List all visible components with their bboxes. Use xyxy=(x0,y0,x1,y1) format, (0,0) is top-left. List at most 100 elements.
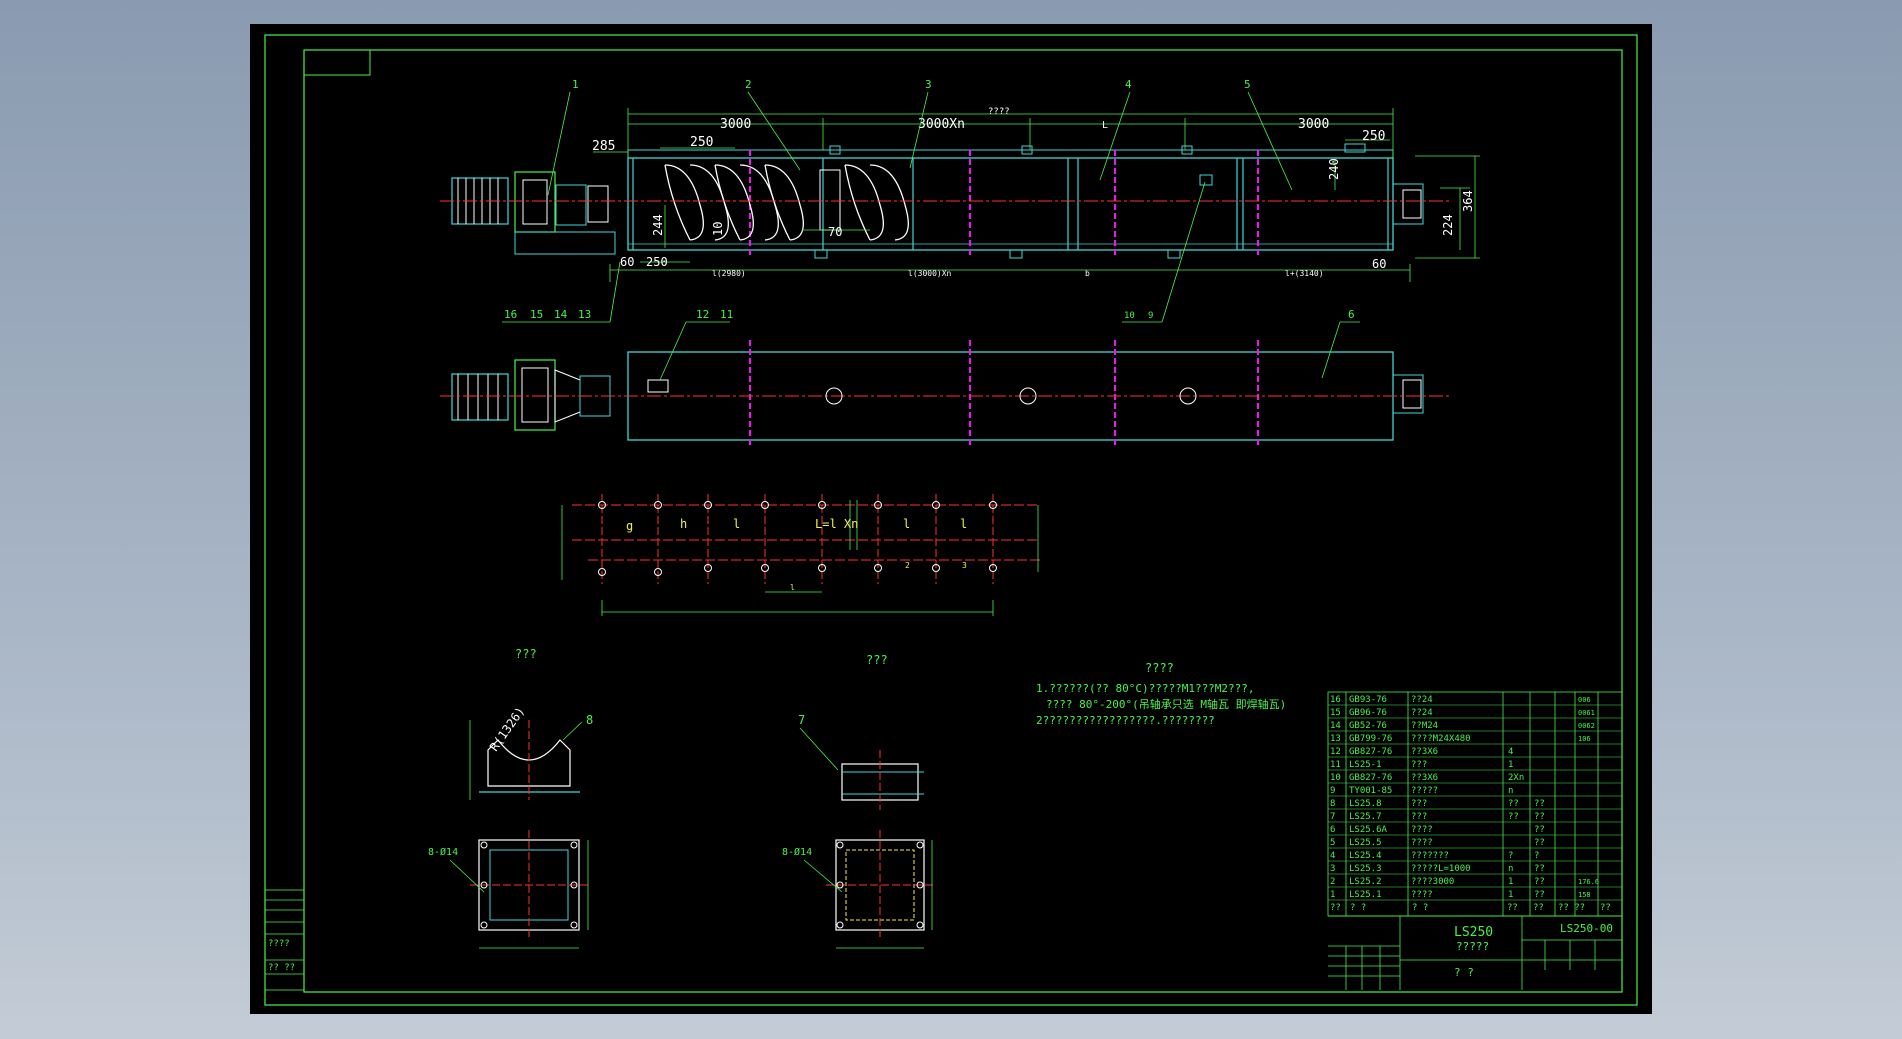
bom-cell-code: GB52-76 xyxy=(1349,721,1387,731)
dim-224: 224 xyxy=(1441,214,1455,236)
bom-cell-no: 2 xyxy=(1330,877,1335,887)
dim-70: 70 xyxy=(828,225,842,239)
bom-header-2: ? ? xyxy=(1350,903,1366,913)
dim-250-c: 250 xyxy=(646,255,668,269)
bom-cell-qty: n xyxy=(1508,864,1513,874)
bom-header-6: ?? ?? xyxy=(1558,903,1585,913)
bom-cell-qty: 1 xyxy=(1508,760,1513,770)
balloon-7: 7 xyxy=(798,713,805,727)
left-strip-cell-1: ???? xyxy=(268,939,290,949)
bom-cell-code: LS25.6A xyxy=(1349,825,1388,835)
balloon-11: 11 xyxy=(720,308,733,321)
layout-label-l2: l xyxy=(903,517,910,531)
sign-label: ? ? xyxy=(1454,966,1474,979)
layout-label-l3: l xyxy=(960,517,967,531)
bom-cell-no: 3 xyxy=(1330,864,1335,874)
bom-cell-name: ?????L=1000 xyxy=(1411,864,1471,874)
bom-cell-mat: ? xyxy=(1534,851,1539,861)
bom-cell-no: 11 xyxy=(1330,760,1341,770)
layout-label-L: L=l Xn xyxy=(815,517,858,531)
drawing-number: LS250-00 xyxy=(1560,922,1613,935)
cad-drawing[interactable]: ???? ?? ?? 3000 3000Xn L 3000 ???? 285 2… xyxy=(0,0,1902,1039)
notes-heading: ???? xyxy=(1145,661,1174,675)
bom-header-7: ?? xyxy=(1600,903,1611,913)
bom-cell-code: GB827-76 xyxy=(1349,747,1392,757)
bom-cell-name: ??3X6 xyxy=(1411,747,1438,757)
dim-bottom-1: l(2980) xyxy=(712,269,746,278)
bom-cell-qty: ?? xyxy=(1508,799,1519,809)
layout-small-3: 3 xyxy=(962,561,967,570)
bom-cell-no: 15 xyxy=(1330,708,1341,718)
bom-cell-no: 1 xyxy=(1330,890,1335,900)
bom-cell-extra: 176.6 xyxy=(1578,878,1599,886)
bom-cell-mat: ?? xyxy=(1534,825,1545,835)
dim-top-1: 3000 xyxy=(720,117,751,132)
bom-cell-extra: 0061 xyxy=(1578,709,1595,717)
bom-cell-no: 9 xyxy=(1330,786,1335,796)
dim-250-a: 250 xyxy=(690,135,713,150)
bom-cell-name: ????? xyxy=(1411,786,1438,796)
bom-cell-mat: ?? xyxy=(1534,877,1545,887)
layout-small-1: l xyxy=(790,583,795,592)
bom-cell-name: ??24 xyxy=(1411,708,1433,718)
balloon-4: 4 xyxy=(1125,78,1132,91)
bom-cell-name: ??24 xyxy=(1411,695,1433,705)
bom-header-4: ?? xyxy=(1507,903,1518,913)
balloon-1: 1 xyxy=(572,78,579,91)
bom-cell-extra: 106 xyxy=(1578,735,1591,743)
bom-cell-code: LS25-1 xyxy=(1349,760,1382,770)
bom-cell-qty: 1 xyxy=(1508,877,1513,887)
dim-60-a: 60 xyxy=(620,255,634,269)
bom-cell-no: 14 xyxy=(1330,721,1341,731)
bom-cell-no: 8 xyxy=(1330,799,1335,809)
bom-cell-name: ??????? xyxy=(1411,851,1449,861)
dim-10: 10 xyxy=(711,222,725,236)
bom-cell-code: GB827-76 xyxy=(1349,773,1392,783)
balloon-12: 12 xyxy=(696,308,709,321)
layout-label-h: h xyxy=(680,517,687,531)
dim-bottom-2: l(3000)Xn xyxy=(908,269,952,278)
bom-cell-name: ????M24X480 xyxy=(1411,734,1471,744)
bom-cell-code: GB96-76 xyxy=(1349,708,1387,718)
title-main: LS250 xyxy=(1454,925,1493,940)
bom-cell-no: 12 xyxy=(1330,747,1341,757)
bom-cell-extra: 0062 xyxy=(1578,722,1595,730)
balloon-15: 15 xyxy=(530,308,543,321)
bom-cell-code: GB93-76 xyxy=(1349,695,1387,705)
bom-cell-no: 6 xyxy=(1330,825,1335,835)
bom-cell-code: LS25.4 xyxy=(1349,851,1382,861)
bom-cell-mat: ?? xyxy=(1534,812,1545,822)
bom-cell-code: GB799-76 xyxy=(1349,734,1392,744)
bom-cell-no: 10 xyxy=(1330,773,1341,783)
dim-285: 285 xyxy=(592,139,615,154)
bom-cell-qty: 1 xyxy=(1508,890,1513,900)
bom-cell-qty: ?? xyxy=(1508,812,1519,822)
bom-cell-no: 16 xyxy=(1330,695,1341,705)
bom-cell-name: ???? xyxy=(1411,890,1433,900)
dim-top-4: 3000 xyxy=(1298,117,1329,132)
left-strip-cell-2: ?? ?? xyxy=(268,963,295,973)
balloon-14: 14 xyxy=(554,308,568,321)
bom-cell-no: 13 xyxy=(1330,734,1341,744)
bom-cell-no: 4 xyxy=(1330,851,1335,861)
balloon-2: 2 xyxy=(745,78,752,91)
detail-left-holes: 8-Ø14 xyxy=(428,846,458,858)
bom-cell-code: LS25.3 xyxy=(1349,864,1382,874)
bom-cell-qty: 4 xyxy=(1508,747,1513,757)
balloon-9: 9 xyxy=(1148,311,1153,321)
notes-line-2: ???? 80°-200°(吊轴承只选 M轴瓦 即焊轴瓦) xyxy=(1046,697,1286,711)
bom-cell-code: LS25.2 xyxy=(1349,877,1382,887)
balloon-6: 6 xyxy=(1348,308,1355,321)
detail-left-title: ??? xyxy=(515,647,537,661)
bom-cell-qty: n xyxy=(1508,786,1513,796)
dim-364: 364 xyxy=(1461,190,1475,212)
bom-header-5: ?? xyxy=(1533,903,1544,913)
bom-cell-qty: 2Xn xyxy=(1508,773,1524,783)
dim-bottom-4: l+(3140) xyxy=(1285,269,1324,278)
bom-cell-name: ??3X6 xyxy=(1411,773,1438,783)
balloon-10: 10 xyxy=(1124,311,1135,321)
notes-line-3: 2?????????????????.???????? xyxy=(1036,714,1215,727)
bom-cell-name: ??M24 xyxy=(1411,721,1438,731)
bom-header-1: ?? xyxy=(1330,903,1341,913)
bom-cell-mat: ?? xyxy=(1534,890,1545,900)
